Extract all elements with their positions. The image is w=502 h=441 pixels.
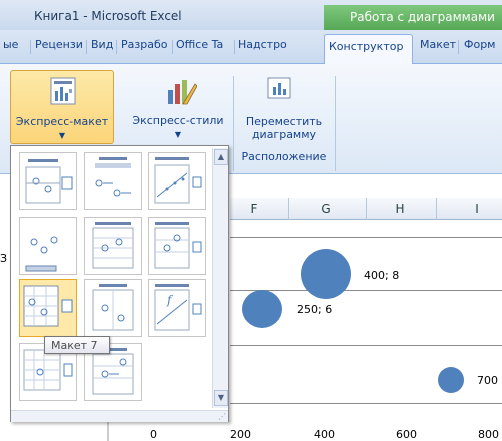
express-layout-button[interactable]: Экспресс-макет ▼ [10,70,114,144]
move-chart-label-line2: диаграмму [251,128,317,141]
tab-layout[interactable]: Макет [420,38,456,51]
layout-thumb-7[interactable] [19,279,77,337]
move-chart-icon [267,77,291,99]
column-header-f[interactable]: F [244,202,264,216]
layout-thumb-2[interactable] [84,152,142,210]
gridline [230,290,502,291]
layout-tooltip: Макет 7 [44,336,110,354]
title-bar: Книга1 - Microsoft Excel Работа с диагра… [0,0,502,30]
move-chart-button[interactable]: Переместить диаграмму [238,70,330,144]
data-label-400: 400; 8 [364,269,400,282]
gridline [230,237,502,238]
group-location-label: Расположение [241,150,327,163]
chevron-down-icon: ▼ [58,131,66,140]
chart-styles-icon [168,80,197,105]
tab-format[interactable]: Форм [464,38,495,51]
gridline [230,403,502,404]
x-tick-label: 400 [314,428,335,441]
data-label-250: 250; 6 [297,303,333,316]
chart-plot-area[interactable] [230,221,502,441]
gridline [230,345,502,346]
x-tick-label: 600 [396,428,417,441]
tab-view[interactable]: Вид [91,38,113,51]
express-styles-button[interactable]: Экспресс-стили ▼ [126,70,230,144]
tab-design[interactable]: Конструктор [324,34,413,65]
ribbon-tabs: ые Рецензи Вид Разрабо Office Ta Надстро… [0,30,502,65]
layout-thumb-3[interactable] [148,152,206,210]
gallery-resize-grip[interactable]: ⋰ [11,410,228,422]
move-chart-label: Переместить диаграмму [238,115,330,141]
layout-thumb-4[interactable] [19,217,77,275]
move-chart-label-line1: Переместить [245,115,323,128]
chart-layout-icon [50,77,76,105]
tab-developer[interactable]: Разрабо [121,38,167,51]
chevron-down-icon: ▼ [174,130,182,139]
resize-grip-icon: ⋰ [218,412,226,421]
layout-thumb-9[interactable]: f [148,279,206,337]
x-tick-label: 800 [478,428,499,441]
tab-addins[interactable]: Надстро [238,38,287,51]
group-separator [335,76,336,171]
bubble-point-400[interactable] [301,249,351,299]
express-styles-label: Экспресс-стили [132,114,224,127]
column-header-g[interactable]: G [316,202,336,216]
tab-data-partial[interactable]: ые [3,38,18,51]
bubble-point-250[interactable] [242,290,282,328]
data-label-700: 700 [477,374,498,387]
scroll-up-arrow-icon[interactable]: ▲ [214,149,228,165]
bubble-point-700[interactable] [438,367,464,393]
column-header-i[interactable]: I [467,202,487,216]
column-headers: F G H I [230,198,502,220]
x-tick-label: 200 [230,428,251,441]
layout-thumb-6[interactable] [148,217,206,275]
gallery-scrollbar[interactable]: ▲ ▼ [212,148,228,408]
app-title: Книга1 - Microsoft Excel [34,9,182,23]
svg-text:f: f [166,293,174,307]
scroll-down-arrow-icon[interactable]: ▼ [214,390,228,406]
cell-fragment: З [0,252,8,265]
x-tick-label: 0 [150,428,157,441]
layout-thumb-5[interactable] [84,217,142,275]
layout-gallery: f ▲ ▼ ⋰ [10,145,229,422]
express-layout-label: Экспресс-макет [15,115,109,128]
column-header-h[interactable]: H [390,202,410,216]
layout-thumb-8[interactable] [84,279,142,337]
tab-office-tab[interactable]: Office Ta [176,38,223,51]
chart-tools-header: Работа с диаграммами [324,5,502,30]
tab-review[interactable]: Рецензи [35,38,83,51]
layout-thumb-1[interactable] [19,152,77,210]
